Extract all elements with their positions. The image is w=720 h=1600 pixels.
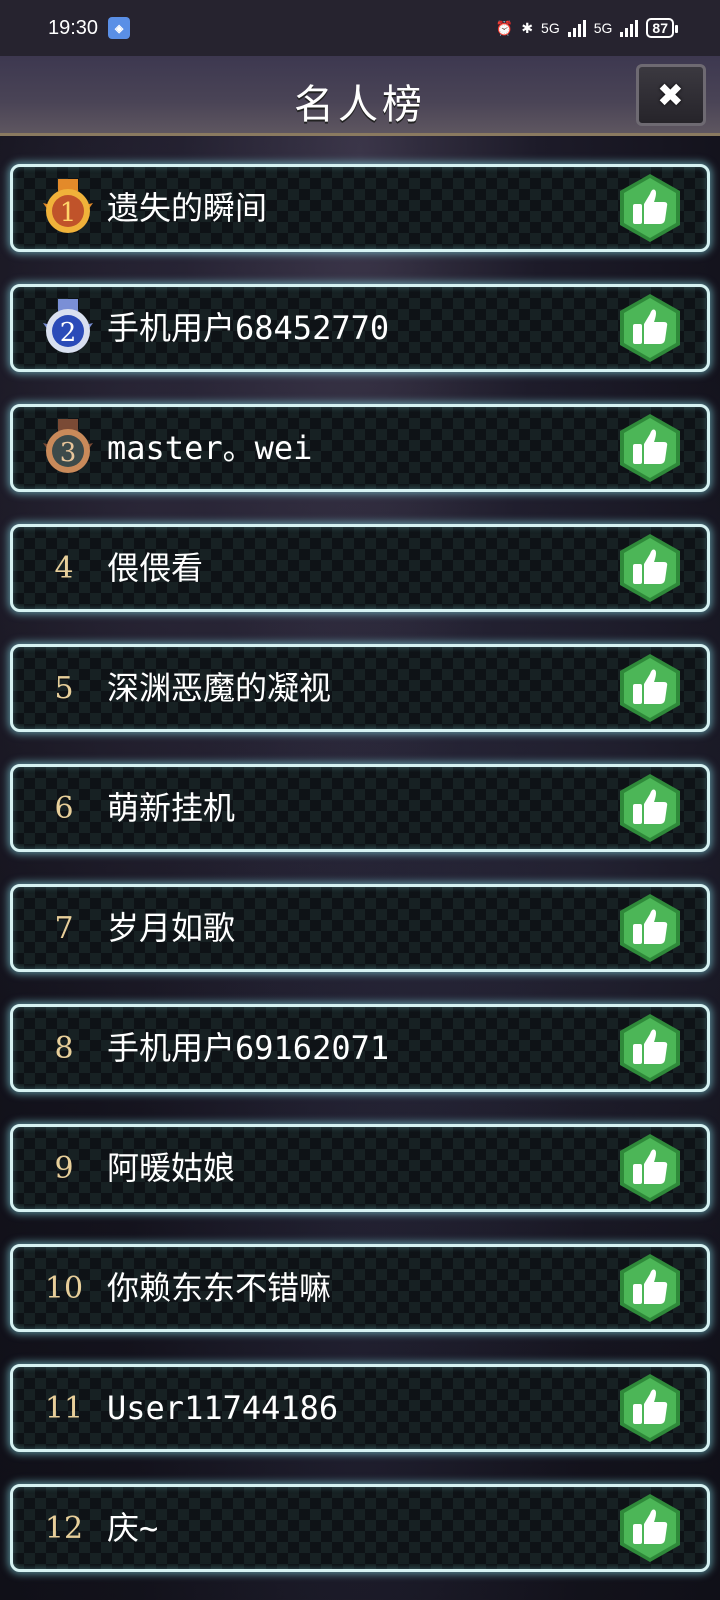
like-button[interactable] bbox=[617, 1012, 683, 1084]
thumbs-up-icon bbox=[620, 654, 680, 722]
gold-medal-icon: 1 bbox=[39, 177, 97, 239]
thumbs-up-icon bbox=[620, 774, 680, 842]
like-button[interactable] bbox=[617, 292, 683, 364]
player-name: master。wei bbox=[107, 429, 313, 467]
signal-icon bbox=[620, 19, 639, 37]
thumbs-up-icon bbox=[620, 1134, 680, 1202]
thumbs-up-icon bbox=[620, 1494, 680, 1562]
silver-medal-icon: 2 bbox=[39, 297, 97, 359]
shield-app-icon: ◈ bbox=[108, 17, 131, 39]
player-name: 手机用户69162071 bbox=[107, 1029, 390, 1067]
medal-rank-number: 2 bbox=[60, 318, 77, 348]
leaderboard-row[interactable]: 9 阿暖姑娘 bbox=[10, 1124, 710, 1212]
leaderboard-row[interactable]: 8 手机用户69162071 bbox=[10, 1004, 710, 1092]
rank-number: 11 bbox=[44, 1390, 84, 1426]
network-label-2: 5G bbox=[593, 20, 613, 36]
leaderboard-row[interactable]: 10 你赖东东不错嘛 bbox=[10, 1244, 710, 1332]
rank-number: 9 bbox=[54, 1150, 74, 1186]
leaderboard-row[interactable]: 2 手机用户68452770 bbox=[10, 284, 710, 372]
player-name: 遗失的瞬间 bbox=[107, 189, 268, 227]
leaderboard-row[interactable]: 4 偎偎看 bbox=[10, 524, 710, 612]
page-title: 名人榜 bbox=[294, 82, 426, 128]
leaderboard-row[interactable]: 12 庆~ bbox=[10, 1484, 710, 1572]
like-button[interactable] bbox=[617, 1132, 683, 1204]
status-left: 19:30 ◈ bbox=[48, 16, 131, 40]
like-button[interactable] bbox=[617, 1372, 683, 1444]
bronze-medal-icon: 3 bbox=[39, 417, 97, 479]
player-name: 岁月如歌 bbox=[107, 909, 236, 947]
leaderboard-row[interactable]: 3 master。wei bbox=[10, 404, 710, 492]
player-name: 深渊恶魔的凝视 bbox=[107, 669, 332, 707]
thumbs-up-icon bbox=[620, 1374, 680, 1442]
rank-number: 7 bbox=[54, 910, 74, 946]
rank-number: 6 bbox=[54, 790, 74, 826]
close-button[interactable]: ✖ bbox=[636, 64, 706, 126]
battery-icon: 87 bbox=[646, 18, 678, 38]
thumbs-up-icon bbox=[620, 294, 680, 362]
close-icon: ✖ bbox=[658, 70, 684, 119]
player-name: 庆~ bbox=[107, 1509, 159, 1547]
thumbs-up-icon bbox=[620, 534, 680, 602]
like-button[interactable] bbox=[617, 1252, 683, 1324]
leaderboard-row[interactable]: 7 岁月如歌 bbox=[10, 884, 710, 972]
like-button[interactable] bbox=[617, 772, 683, 844]
thumbs-up-icon bbox=[620, 894, 680, 962]
leaderboard-row[interactable]: 1 遗失的瞬间 bbox=[10, 164, 710, 252]
like-button[interactable] bbox=[617, 1492, 683, 1564]
leaderboard-row[interactable]: 11 User11744186 bbox=[10, 1364, 710, 1452]
rank-number: 4 bbox=[54, 550, 74, 586]
like-button[interactable] bbox=[617, 652, 683, 724]
status-bar: 19:30 ◈ ⏰ ✱ 5G 5G 87 bbox=[0, 0, 720, 56]
signal-icon bbox=[567, 19, 586, 37]
thumbs-up-icon bbox=[620, 414, 680, 482]
player-name: User11744186 bbox=[107, 1389, 339, 1427]
player-name: 你赖东东不错嘛 bbox=[107, 1269, 332, 1307]
leaderboard-row[interactable]: 5 深渊恶魔的凝视 bbox=[10, 644, 710, 732]
status-right: ⏰ ✱ 5G 5G 87 bbox=[495, 18, 678, 38]
like-button[interactable] bbox=[617, 172, 683, 244]
network-label-1: 5G bbox=[541, 20, 560, 36]
bluetooth-icon: ✱ bbox=[521, 19, 534, 36]
like-button[interactable] bbox=[617, 892, 683, 964]
rank-number: 10 bbox=[44, 1270, 84, 1306]
leaderboard-list: 1 遗失的瞬间 2 手机用户68452770 3 master。wei 4 偎偎看 5 深渊恶魔的… bbox=[10, 164, 710, 1600]
player-name: 手机用户68452770 bbox=[107, 309, 390, 347]
like-button[interactable] bbox=[617, 532, 683, 604]
rank-number: 12 bbox=[44, 1510, 84, 1546]
player-name: 萌新挂机 bbox=[107, 789, 236, 827]
thumbs-up-icon bbox=[620, 1014, 680, 1082]
like-button[interactable] bbox=[617, 412, 683, 484]
thumbs-up-icon bbox=[620, 1254, 680, 1322]
player-name: 阿暖姑娘 bbox=[107, 1149, 236, 1187]
player-name: 偎偎看 bbox=[107, 549, 204, 587]
alarm-icon: ⏰ bbox=[495, 19, 514, 36]
rank-number: 8 bbox=[54, 1030, 74, 1066]
medal-rank-number: 3 bbox=[60, 438, 77, 468]
thumbs-up-icon bbox=[620, 174, 680, 242]
medal-rank-number: 1 bbox=[60, 198, 77, 228]
leaderboard-row[interactable]: 6 萌新挂机 bbox=[10, 764, 710, 852]
status-time: 19:30 bbox=[48, 16, 99, 39]
header: 名人榜 ✖ bbox=[0, 56, 720, 136]
rank-number: 5 bbox=[54, 670, 74, 706]
